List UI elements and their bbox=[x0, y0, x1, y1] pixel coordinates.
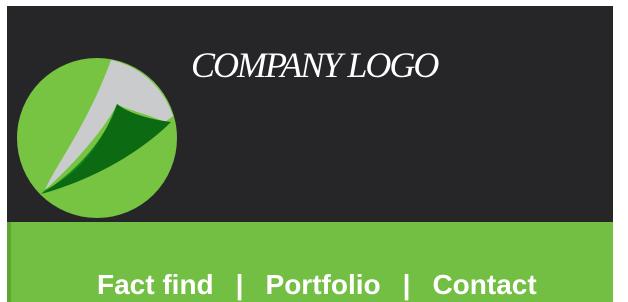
nav-link-contact[interactable]: Contact bbox=[432, 268, 536, 302]
main-nav: Fact find | Portfolio | Contact bbox=[7, 222, 613, 302]
company-logo-text: COMPANY LOGO bbox=[191, 45, 439, 85]
nav-link-fact-find[interactable]: Fact find bbox=[97, 268, 214, 302]
page-frame: COMPANY LOGO Fact find | Portfolio | Con… bbox=[0, 0, 628, 302]
nav-list: Fact find | Portfolio | Contact bbox=[97, 268, 537, 302]
nav-link-portfolio[interactable]: Portfolio bbox=[266, 268, 381, 302]
nav-separator: | bbox=[402, 269, 411, 300]
site-header: COMPANY LOGO bbox=[7, 6, 613, 222]
leaf-swoosh-icon bbox=[17, 58, 177, 218]
nav-separator: | bbox=[235, 269, 244, 300]
